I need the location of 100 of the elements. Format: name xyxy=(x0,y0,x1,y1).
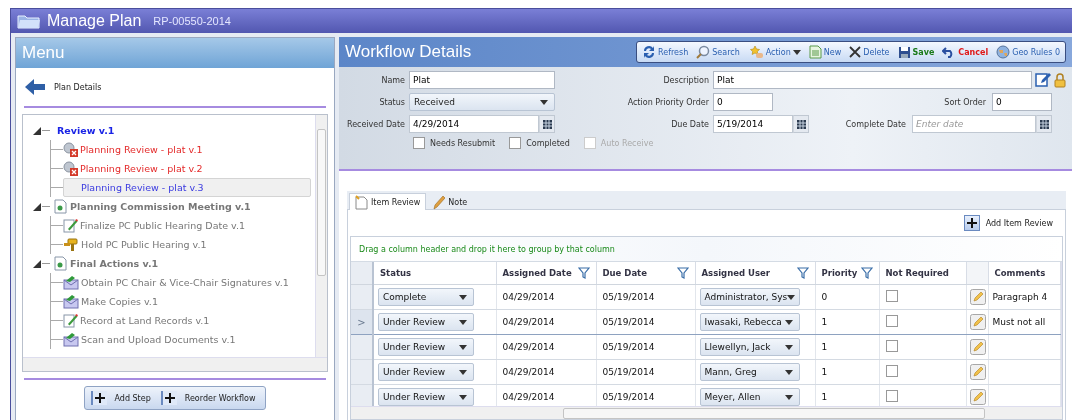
caret-icon xyxy=(792,49,801,55)
tab[interactable]: Item Review xyxy=(349,193,427,210)
checkbox[interactable] xyxy=(885,365,898,377)
link-text: Plan Details xyxy=(54,82,102,92)
toolbar-button[interactable]: Save xyxy=(896,44,936,60)
text-field[interactable]: Plat xyxy=(409,71,555,89)
dropdown[interactable]: Under Review xyxy=(378,363,474,381)
back-link[interactable]: Plan Details xyxy=(24,77,102,97)
edit-icon[interactable] xyxy=(969,289,986,305)
edit-icon[interactable] xyxy=(969,389,986,405)
checkbox[interactable]: Needs Resubmit xyxy=(413,137,496,149)
text-field[interactable]: Plat xyxy=(713,71,1032,89)
caret-icon xyxy=(784,394,793,400)
column-header[interactable]: Due Date xyxy=(602,268,647,278)
field-label: Name xyxy=(380,75,405,85)
checkbox[interactable] xyxy=(885,315,898,327)
toolbar-button[interactable]: Refresh xyxy=(641,44,690,60)
tree-item[interactable]: Obtain PC Chair & Vice-Chair Signatures v.1 xyxy=(63,274,311,291)
toolbar-button[interactable]: Delete xyxy=(848,45,891,59)
gear-error-icon xyxy=(63,161,78,176)
dropdown[interactable]: Under Review xyxy=(378,313,474,331)
column-header[interactable]: Comments xyxy=(994,268,1046,278)
dropdown[interactable]: Under Review xyxy=(378,388,474,406)
table-cell: Must not all xyxy=(992,317,1046,327)
dropdown[interactable]: Administrator, Sys xyxy=(699,288,800,306)
column-header[interactable]: Assigned User xyxy=(701,268,770,278)
filter-icon[interactable] xyxy=(796,267,809,279)
search-icon xyxy=(696,45,711,59)
record-id: RP-00550-2014 xyxy=(153,15,231,27)
scrollbar[interactable] xyxy=(315,115,327,357)
column-header[interactable]: Assigned Date xyxy=(502,268,572,278)
scrollbar[interactable] xyxy=(23,357,327,371)
calendar-icon xyxy=(542,119,552,129)
toolbar-button[interactable]: Cancel xyxy=(941,45,990,59)
tree-item[interactable]: Planning Commission Meeting v.1 xyxy=(70,201,251,212)
add-button[interactable]: Add Item Review xyxy=(957,214,1059,232)
edit-icon[interactable] xyxy=(969,364,986,380)
tab[interactable]: Note xyxy=(426,193,474,210)
table-cell: 04/29/2014 xyxy=(496,284,596,310)
date-field[interactable]: Enter date xyxy=(912,115,1036,133)
refresh-icon xyxy=(642,45,656,59)
back-arrow-icon xyxy=(24,77,46,97)
filter-icon[interactable] xyxy=(676,267,689,279)
column-header[interactable]: Priority xyxy=(821,268,858,278)
calendar-icon xyxy=(1039,119,1049,129)
tree-item[interactable]: Record at Land Records v.1 xyxy=(63,312,311,329)
tree-item[interactable]: Hold PC Public Hearing v.1 xyxy=(63,236,311,253)
calendar-button[interactable] xyxy=(793,115,809,133)
dropdown[interactable]: Mann, Greg xyxy=(699,363,800,381)
caret-icon xyxy=(784,369,793,375)
number-field[interactable]: 0 xyxy=(713,93,773,111)
calendar-button[interactable] xyxy=(539,115,555,133)
table-cell: 05/19/2014 xyxy=(596,284,695,310)
dropdown[interactable]: Meyer, Allen xyxy=(699,388,800,406)
checkbox[interactable] xyxy=(885,340,898,352)
scrollbar[interactable] xyxy=(351,406,1062,419)
filter-icon[interactable] xyxy=(577,267,590,279)
column-header[interactable]: Not Required xyxy=(885,268,949,278)
tree-item[interactable]: Planning Review - plat v.3 xyxy=(63,178,311,197)
checkbox[interactable] xyxy=(885,390,898,402)
toolbar-button[interactable]: Geo Rules 0 xyxy=(995,44,1061,60)
checkbox[interactable]: Completed xyxy=(509,137,570,149)
edit-icon[interactable] xyxy=(969,339,986,355)
number-field[interactable]: 0 xyxy=(992,93,1052,111)
field-label: Due Date xyxy=(670,119,709,129)
date-field[interactable]: 5/19/2014 xyxy=(713,115,793,133)
tree-item[interactable]: Make Copies v.1 xyxy=(63,293,311,310)
dropdown[interactable]: Llewellyn, Jack xyxy=(699,338,800,356)
toolbar-button[interactable]: New xyxy=(807,44,843,60)
tree-item[interactable]: Finalize PC Public Hearing Date v.1 xyxy=(63,217,311,234)
document-icon xyxy=(355,194,368,210)
tree-item[interactable]: Final Actions v.1 xyxy=(70,258,159,269)
edit-icon[interactable] xyxy=(969,314,986,330)
tree-item[interactable]: Review v.1 xyxy=(57,125,115,136)
tree-item[interactable]: Scan and Upload Documents v.1 xyxy=(63,331,311,348)
delete-icon xyxy=(849,46,862,58)
field-label: Description xyxy=(662,75,709,85)
caret-icon xyxy=(784,344,793,350)
tree-item[interactable]: Planning Review - plat v.2 xyxy=(63,160,311,177)
date-field[interactable]: 4/29/2014 xyxy=(409,115,539,133)
envelope-icon xyxy=(63,332,79,347)
tree-item[interactable]: Planning Review - plat v.1 xyxy=(63,141,311,158)
dropdown[interactable]: Complete xyxy=(378,288,474,306)
checkbox[interactable] xyxy=(885,290,898,302)
toolbar-button[interactable]: Add Step xyxy=(88,389,157,407)
table-cell: 04/29/2014 xyxy=(496,334,596,360)
calendar-icon xyxy=(796,119,806,129)
dropdown[interactable]: Under Review xyxy=(378,338,474,356)
caret-icon xyxy=(459,344,467,350)
calendar-button[interactable] xyxy=(1036,115,1052,133)
toolbar-button[interactable]: Reorder Workflow xyxy=(158,389,262,407)
filter-icon[interactable] xyxy=(860,267,873,279)
checkbox: Auto Receive xyxy=(583,137,654,149)
toolbar-button[interactable]: Search xyxy=(695,44,741,60)
dropdown[interactable]: Iwasaki, Rebecca xyxy=(699,313,800,331)
table-cell: 05/19/2014 xyxy=(596,309,695,335)
lock-icon xyxy=(1054,72,1066,88)
toolbar-button[interactable]: Action xyxy=(746,44,802,60)
dropdown[interactable]: Received xyxy=(409,93,555,111)
column-header[interactable]: Status xyxy=(380,268,412,278)
